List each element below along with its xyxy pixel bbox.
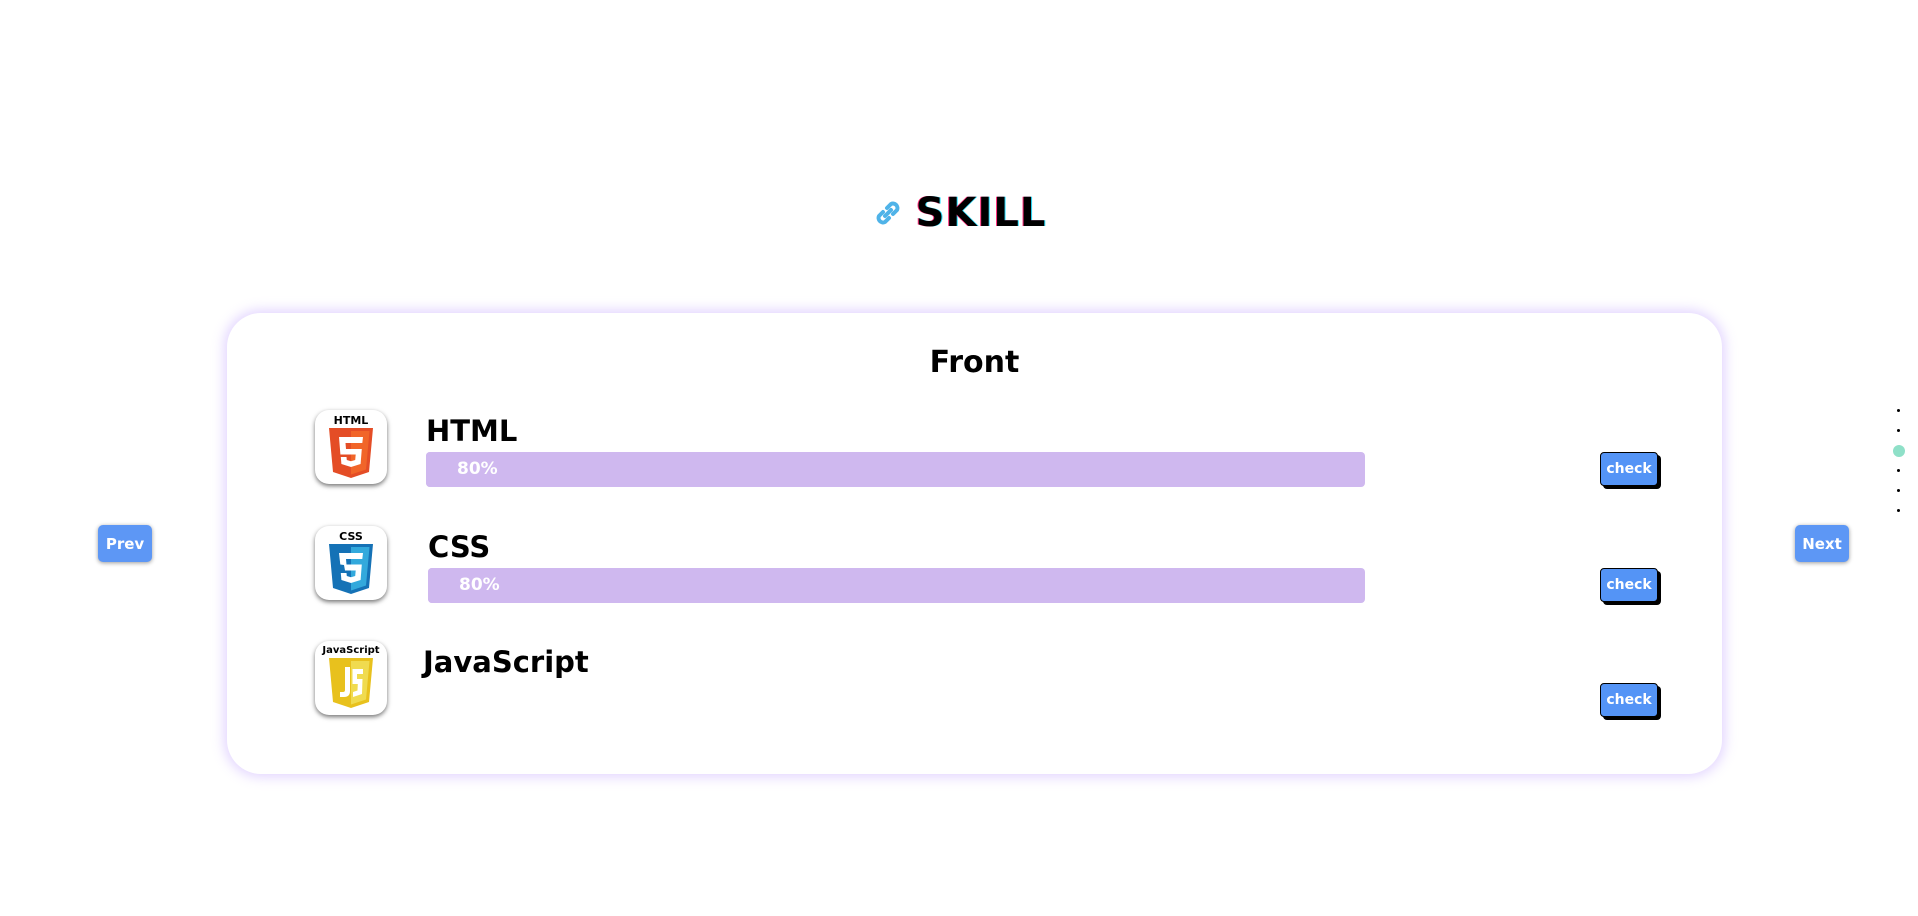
next-button[interactable]: Next	[1795, 525, 1849, 562]
card-title: Front	[929, 345, 1020, 380]
skill-row-html: HTML HTML 80% check	[227, 410, 1722, 490]
skill-row-javascript: JavaScript JavaScript check	[227, 641, 1722, 721]
html5-logo-text: HTML	[334, 414, 369, 427]
check-button-css[interactable]: check	[1600, 568, 1658, 602]
skill-name-javascript: JavaScript	[423, 645, 589, 679]
page-title: SKILL	[915, 190, 1047, 236]
skills-card: Front HTML HTML 80% check CSS CSS 80% ch…	[227, 313, 1722, 774]
prev-button[interactable]: Prev	[98, 525, 152, 562]
pagination-dot[interactable]	[1897, 469, 1900, 472]
pagination-dot[interactable]	[1897, 429, 1900, 432]
progress-fill-html	[426, 452, 1178, 487]
javascript-logo-text: JavaScript	[321, 645, 379, 656]
html5-logo-icon: HTML	[315, 410, 387, 484]
pagination-dots	[1891, 405, 1909, 520]
link-icon	[872, 197, 904, 229]
skill-row-css: CSS CSS 80% check	[227, 526, 1722, 606]
pagination-dot[interactable]	[1897, 409, 1900, 412]
css3-logo-text: CSS	[339, 530, 363, 543]
pagination-dot[interactable]	[1897, 509, 1900, 512]
section-title: SKILL	[0, 188, 1918, 238]
pagination-dot-active[interactable]	[1893, 445, 1905, 457]
progress-label-css: 80%	[459, 575, 500, 595]
progress-bar-css: 80%	[428, 568, 1365, 603]
progress-fill-css	[428, 568, 1178, 603]
javascript-logo-icon: JavaScript	[315, 641, 387, 715]
skill-name-html: HTML	[426, 414, 518, 448]
check-button-javascript[interactable]: check	[1600, 683, 1658, 717]
progress-bar-html: 80%	[426, 452, 1365, 487]
skill-name-css: CSS	[428, 530, 491, 564]
pagination-dot[interactable]	[1897, 489, 1900, 492]
check-button-html[interactable]: check	[1600, 452, 1658, 486]
css3-logo-icon: CSS	[315, 526, 387, 600]
progress-label-html: 80%	[457, 459, 498, 479]
